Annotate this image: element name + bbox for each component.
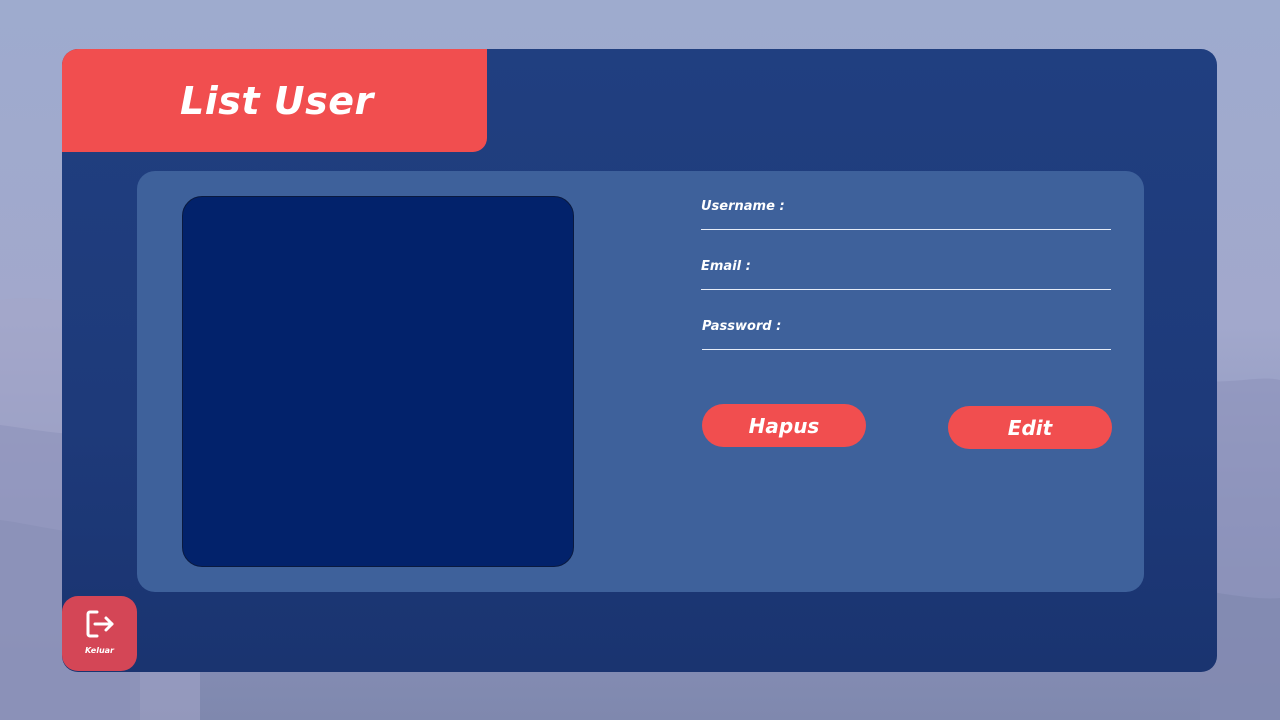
- edit-button[interactable]: Edit: [948, 406, 1112, 449]
- username-field: Username :: [701, 199, 1111, 230]
- password-label: Password :: [702, 319, 782, 334]
- username-label: Username :: [701, 199, 785, 214]
- password-field: Password :: [702, 319, 1111, 350]
- logout-icon: [86, 610, 114, 638]
- logout-button[interactable]: Keluar: [62, 596, 137, 671]
- user-photo-placeholder: [182, 196, 574, 567]
- title-banner: List User: [62, 49, 487, 152]
- logout-label: Keluar: [85, 646, 114, 655]
- email-input[interactable]: [785, 259, 1111, 289]
- email-label: Email :: [701, 259, 751, 274]
- username-input[interactable]: [785, 199, 1111, 229]
- delete-button[interactable]: Hapus: [702, 404, 866, 447]
- email-field: Email :: [701, 259, 1111, 290]
- password-input[interactable]: [786, 319, 1111, 349]
- page-title: List User: [180, 79, 374, 123]
